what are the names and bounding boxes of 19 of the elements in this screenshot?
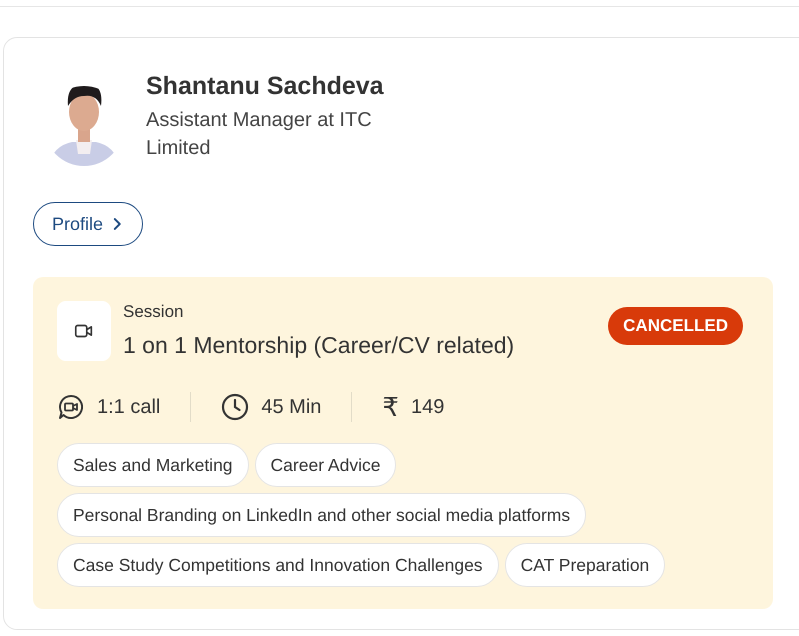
topic-tag: CAT Preparation <box>504 543 666 587</box>
chat-video-icon <box>57 393 85 421</box>
clock-icon <box>221 393 250 421</box>
duration: 45 Min <box>261 396 322 418</box>
topic-tag: Career Advice <box>254 443 396 487</box>
mentor-headline: Assistant Manager at ITC Limited <box>146 108 373 161</box>
status-badge: CANCELLED <box>608 307 743 345</box>
mentor-name: Shantanu Sachdeva <box>146 71 385 102</box>
topic-tag: Personal Branding on LinkedIn and other social media platforms <box>57 493 586 537</box>
video-icon <box>57 301 111 361</box>
rupee-symbol: ₹ <box>382 393 399 421</box>
topic-tag: Case Study Competitions and Innovation Challenges <box>57 543 499 587</box>
profile-button[interactable]: Profile <box>33 202 144 246</box>
session-title: 1 on 1 Mentorship (Career/CV related) <box>123 331 516 360</box>
call-type: 1:1 call <box>97 396 160 418</box>
price: 149 <box>410 396 444 418</box>
topic-tag: Sales and Marketing <box>57 443 249 487</box>
session-label: Session <box>123 301 184 323</box>
chevron-right-icon <box>113 217 122 231</box>
